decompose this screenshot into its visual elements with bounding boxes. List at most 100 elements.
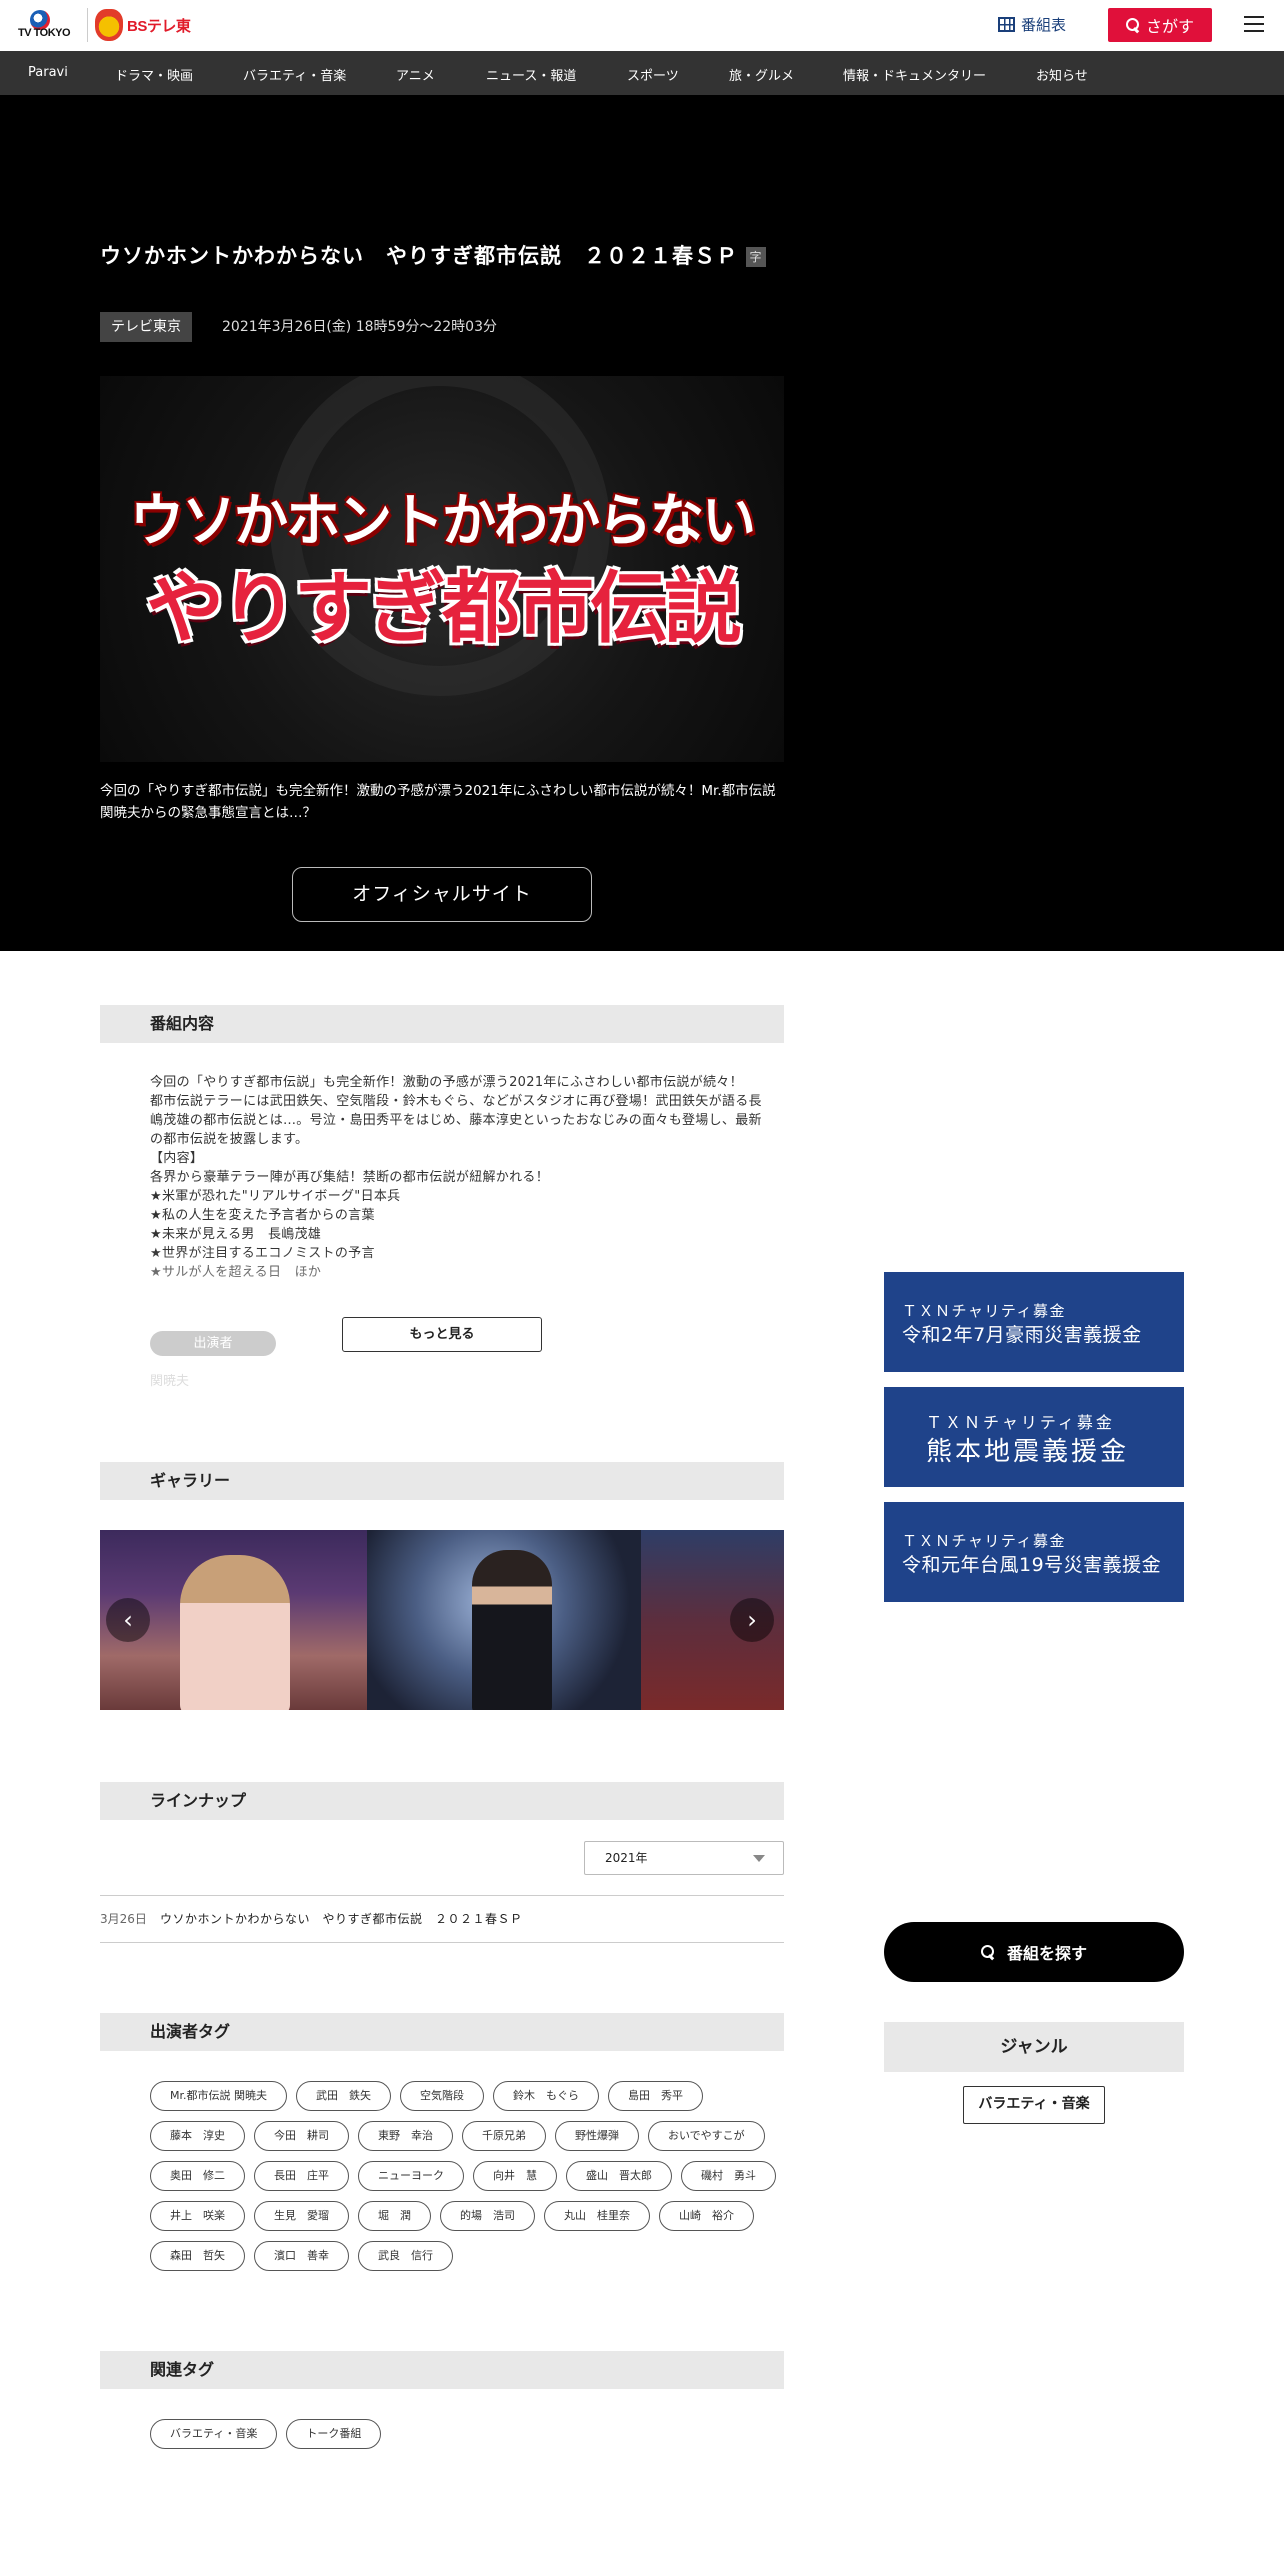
nanako-mascot-icon	[95, 9, 123, 41]
year-select-value: 2021年	[605, 1851, 648, 1865]
hero-description: 今回の「やりすぎ都市伝説」も完全新作！激動の予感が漂う2021年にふさわしい都市…	[100, 783, 776, 821]
related-tag[interactable]: トーク番組	[286, 2419, 382, 2449]
schedule-label: 番組表	[1021, 16, 1067, 34]
performer-tag-list: Mr.都市伝説 関暁夫 武田 鉄矢 空気階段 鈴木 もぐら 島田 秀平 藤本 淳…	[150, 2081, 790, 2271]
nav-item-anime[interactable]: アニメ	[396, 65, 435, 84]
program-title-text: ウソかホントかわからない やりすぎ都市伝説 ２０２１春ＳＰ	[100, 244, 738, 268]
charity-line1: ＴＸＮチャリティ募金	[902, 1302, 1066, 1320]
charity-line1: ＴＸＮチャリティ募金	[926, 1413, 1115, 1432]
performer-tag[interactable]: 武良 信行	[358, 2241, 453, 2271]
schedule-link[interactable]: 番組表	[998, 14, 1066, 35]
gallery-prev-arrow-icon[interactable]: ‹	[106, 1598, 150, 1642]
performer-tag[interactable]: 千原兄弟	[462, 2121, 546, 2151]
charity-line1: ＴＸＮチャリティ募金	[902, 1532, 1066, 1550]
genre-heading: ジャンル	[884, 2022, 1184, 2072]
search-label: さがす	[1145, 17, 1194, 36]
channel-badge: テレビ東京	[100, 312, 192, 342]
nav-item-travel[interactable]: 旅・グルメ	[729, 65, 794, 84]
tvtokyo-logo-text: TV TOKYO	[18, 27, 71, 39]
find-program-button[interactable]: 番組を探す	[884, 1922, 1184, 1982]
performer-tag[interactable]: 盛山 晋太郎	[566, 2161, 672, 2191]
official-site-button[interactable]: オフィシャルサイト	[292, 867, 592, 922]
logo-divider	[87, 8, 88, 42]
hamburger-menu-icon[interactable]	[1244, 16, 1264, 32]
program-key-visual: ウソかホントかわからない やりすぎ都市伝説	[100, 376, 784, 762]
search-icon	[1125, 18, 1140, 32]
key-visual-logo-line2: やりすぎ都市伝説	[145, 564, 742, 654]
performer-tag[interactable]: 生見 愛瑠	[254, 2201, 349, 2231]
charity-banner-typhoon[interactable]: ＴＸＮチャリティ募金 令和元年台風19号災害義援金	[884, 1502, 1184, 1602]
performer-tag[interactable]: 空気階段	[400, 2081, 484, 2111]
lineup-date: 3月26日	[100, 1912, 147, 1926]
performer-tag[interactable]: 井上 咲楽	[150, 2201, 245, 2231]
performer-tag[interactable]: 向井 慧	[473, 2161, 557, 2191]
performer-tag[interactable]: 武田 鉄矢	[296, 2081, 391, 2111]
charity-banner-kumamoto[interactable]: ＴＸＮチャリティ募金 熊本地震義援金	[884, 1387, 1184, 1487]
performer-tag[interactable]: 長田 庄平	[254, 2161, 349, 2191]
lineup-divider	[100, 1942, 784, 1943]
genre-tag-variety[interactable]: バラエティ・音楽	[963, 2086, 1105, 2124]
gallery-photo-2[interactable]	[367, 1530, 641, 1710]
charity-banner-heavy-rain[interactable]: ＴＸＮチャリティ募金 令和2年7月豪雨災害義援金	[884, 1272, 1184, 1372]
performer-tag[interactable]: 的場 浩司	[440, 2201, 535, 2231]
performer-tag[interactable]: 島田 秀平	[608, 2081, 703, 2111]
photo-person	[180, 1555, 290, 1710]
performer-tag[interactable]: Mr.都市伝説 関暁夫	[150, 2081, 287, 2111]
show-more-button[interactable]: もっと見る	[342, 1317, 542, 1352]
performer-tag[interactable]: 鈴木 もぐら	[493, 2081, 599, 2111]
section-heading-content: 番組内容	[100, 1005, 784, 1043]
search-icon	[980, 1945, 995, 1959]
performer-tag[interactable]: 磯村 勇斗	[681, 2161, 776, 2191]
performer-tag[interactable]: 東野 幸治	[358, 2121, 453, 2151]
bs-tvtokyo-logo[interactable]: BSテレ東	[95, 8, 191, 42]
nav-item-info[interactable]: 情報・ドキュメンタリー	[843, 65, 986, 84]
gallery-carousel: ‹ ›	[100, 1530, 784, 1710]
nav-item-variety[interactable]: バラエティ・音楽	[243, 65, 346, 84]
performer-tag[interactable]: 藤本 淳史	[150, 2121, 245, 2151]
charity-line2: 令和元年台風19号災害義援金	[902, 1554, 1162, 1576]
section-heading-related-tags: 関連タグ	[100, 2351, 784, 2389]
performer-tag[interactable]: おいでやすこが	[648, 2121, 765, 2151]
page: TV TOKYO BSテレ東 番組表 さがす Paravi ドラマ・映画 バラエ…	[0, 0, 1284, 2568]
performer-tag[interactable]: 森田 哲矢	[150, 2241, 245, 2271]
tvtokyo-logo[interactable]: TV TOKYO	[18, 10, 78, 40]
section-heading-gallery: ギャラリー	[100, 1462, 784, 1500]
cast-label: 出演者	[150, 1331, 276, 1356]
performer-tag[interactable]: 野性爆弾	[555, 2121, 639, 2151]
search-button[interactable]: さがす	[1108, 8, 1212, 42]
gallery-next-arrow-icon[interactable]: ›	[730, 1598, 774, 1642]
genre-nav: Paravi ドラマ・映画 バラエティ・音楽 アニメ ニュース・報道 スポーツ …	[0, 51, 1284, 95]
performer-tag[interactable]: 奥田 修二	[150, 2161, 245, 2191]
performer-tag[interactable]: ニューヨーク	[358, 2161, 464, 2191]
section-heading-performer-tags: 出演者タグ	[100, 2013, 784, 2051]
nav-item-news-info[interactable]: お知らせ	[1036, 65, 1088, 84]
cast-preview: 関暁夫	[150, 1374, 190, 1389]
program-title: ウソかホントかわからない やりすぎ都市伝説 ２０２１春ＳＰ 字	[100, 240, 766, 270]
charity-line2: 熊本地震義援金	[926, 1437, 1130, 1467]
subtitle-badge: 字	[746, 247, 766, 267]
photo-person	[472, 1550, 552, 1710]
site-header: TV TOKYO BSテレ東 番組表 さがす	[0, 0, 1284, 51]
nav-item-paravi[interactable]: Paravi	[28, 65, 68, 80]
performer-tag[interactable]: 丸山 桂里奈	[544, 2201, 650, 2231]
performer-tag[interactable]: 堀 潤	[358, 2201, 431, 2231]
schedule-grid-icon	[998, 17, 1015, 32]
related-tag[interactable]: バラエティ・音楽	[150, 2419, 278, 2449]
find-program-label: 番組を探す	[1006, 1944, 1087, 1963]
bs-logo-text: BSテレ東	[127, 17, 191, 35]
year-select[interactable]: 2021年	[584, 1841, 784, 1875]
dropdown-caret-icon	[753, 1855, 765, 1862]
related-tag-list: バラエティ・音楽 トーク番組	[150, 2419, 790, 2449]
key-visual-logo-line1: ウソかホントかわからない	[130, 487, 756, 554]
charity-line2: 令和2年7月豪雨災害義援金	[902, 1324, 1142, 1346]
lineup-title[interactable]: ウソかホントかわからない やりすぎ都市伝説 ２０２１春ＳＰ	[160, 1910, 523, 1927]
nav-item-sports[interactable]: スポーツ	[627, 65, 679, 84]
performer-tag[interactable]: 今田 耕司	[254, 2121, 349, 2151]
airtime: 2021年3月26日(金) 18時59分～22時03分	[222, 319, 497, 335]
nav-item-news[interactable]: ニュース・報道	[486, 65, 576, 84]
performer-tag[interactable]: 山崎 裕介	[659, 2201, 754, 2231]
section-heading-lineup: ラインナップ	[100, 1782, 784, 1820]
nav-item-drama[interactable]: ドラマ・映画	[115, 65, 193, 84]
lineup-divider	[100, 1895, 784, 1896]
performer-tag[interactable]: 濱口 善幸	[254, 2241, 349, 2271]
